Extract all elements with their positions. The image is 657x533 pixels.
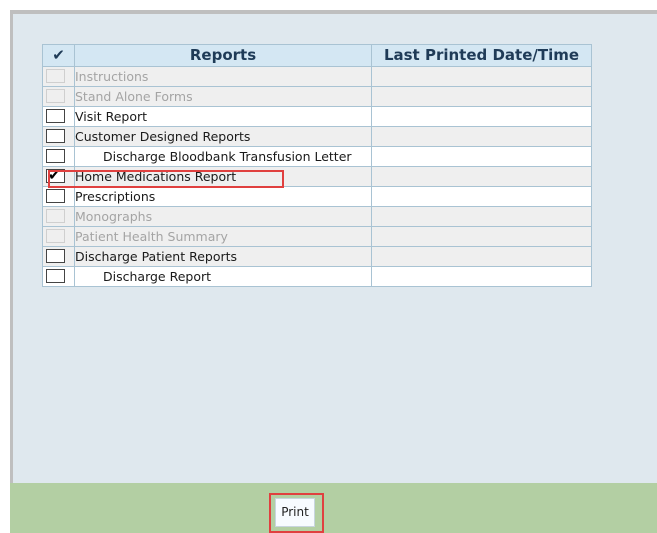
report-name: Home Medications Report [74, 166, 372, 187]
row-checkbox-cell [42, 86, 75, 107]
report-name: Visit Report [74, 106, 372, 127]
report-name: Monographs [74, 206, 372, 227]
reports-table: ✔ Reports Last Printed Date/Time Instruc… [42, 44, 592, 287]
table-row[interactable]: Monographs [42, 206, 592, 227]
last-printed-cell [371, 146, 592, 167]
report-checkbox [46, 209, 65, 223]
row-checkbox-cell [42, 266, 75, 287]
last-printed-cell [371, 186, 592, 207]
row-checkbox-cell [42, 186, 75, 207]
table-header-row: ✔ Reports Last Printed Date/Time [42, 44, 592, 67]
report-checkbox[interactable] [46, 189, 65, 203]
row-checkbox-cell [42, 226, 75, 247]
report-checkbox [46, 89, 65, 103]
table-row[interactable]: ✔ Home Medications Report [42, 166, 592, 187]
last-printed-cell [371, 126, 592, 147]
table-row[interactable]: Discharge Report [42, 266, 592, 287]
report-checkbox[interactable] [46, 269, 65, 283]
row-checkbox-cell [42, 146, 75, 167]
panel-top-border [10, 10, 657, 14]
report-checkbox[interactable] [46, 109, 65, 123]
report-name: Patient Health Summary [74, 226, 372, 247]
select-all-checkmark-icon[interactable]: ✔ [42, 44, 75, 67]
last-printed-cell [371, 246, 592, 267]
table-row[interactable]: Customer Designed Reports [42, 126, 592, 147]
row-checkbox-cell [42, 246, 75, 267]
last-printed-cell [371, 66, 592, 87]
report-checkbox[interactable] [46, 129, 65, 143]
last-printed-cell [371, 226, 592, 247]
report-checkbox[interactable]: ✔ [46, 166, 65, 184]
report-checkbox[interactable] [46, 249, 65, 263]
report-name: Discharge Patient Reports [74, 246, 372, 267]
checkmark-icon: ✔ [48, 166, 61, 184]
report-rows: Instructions Stand Alone Forms Visit Repor… [42, 66, 592, 287]
reports-column-header: Reports [74, 44, 372, 67]
table-row[interactable]: Prescriptions [42, 186, 592, 207]
report-checkbox[interactable] [46, 149, 65, 163]
row-checkbox-cell: ✔ [42, 166, 75, 187]
table-row[interactable]: Instructions [42, 66, 592, 87]
last-printed-cell [371, 266, 592, 287]
report-name: Discharge Report [74, 266, 372, 287]
row-checkbox-cell [42, 106, 75, 127]
row-checkbox-cell [42, 206, 75, 227]
report-checkbox [46, 69, 65, 83]
panel-left-border [10, 10, 13, 533]
report-name: Stand Alone Forms [74, 86, 372, 107]
last-printed-cell [371, 166, 592, 187]
last-printed-cell [371, 206, 592, 227]
table-row[interactable]: Visit Report [42, 106, 592, 127]
report-name: Prescriptions [74, 186, 372, 207]
print-button[interactable]: Print [275, 498, 315, 527]
report-name: Discharge Bloodbank Transfusion Letter [74, 146, 372, 167]
table-row[interactable]: Discharge Bloodbank Transfusion Letter [42, 146, 592, 167]
table-row[interactable]: Discharge Patient Reports [42, 246, 592, 267]
last-printed-cell [371, 106, 592, 127]
footer-bar [10, 483, 657, 533]
last-printed-cell [371, 86, 592, 107]
report-name: Customer Designed Reports [74, 126, 372, 147]
report-checkbox [46, 229, 65, 243]
table-row[interactable]: Stand Alone Forms [42, 86, 592, 107]
row-checkbox-cell [42, 126, 75, 147]
last-printed-column-header: Last Printed Date/Time [371, 44, 592, 67]
report-name: Instructions [74, 66, 372, 87]
row-checkbox-cell [42, 66, 75, 87]
table-row[interactable]: Patient Health Summary [42, 226, 592, 247]
